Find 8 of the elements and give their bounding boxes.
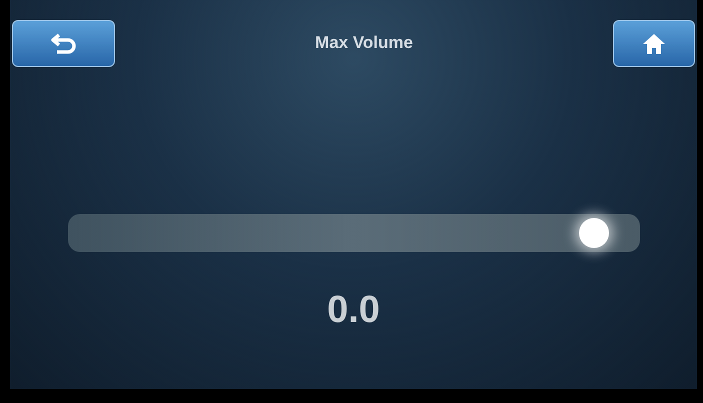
slider-thumb[interactable] (578, 218, 609, 248)
back-arrow-icon (50, 32, 76, 54)
home-button[interactable] (613, 20, 695, 67)
home-icon (642, 32, 666, 54)
back-button[interactable] (12, 20, 115, 67)
volume-value: 0.0 (327, 288, 380, 333)
page-title: Max Volume (315, 32, 413, 54)
volume-slider[interactable] (68, 214, 640, 252)
